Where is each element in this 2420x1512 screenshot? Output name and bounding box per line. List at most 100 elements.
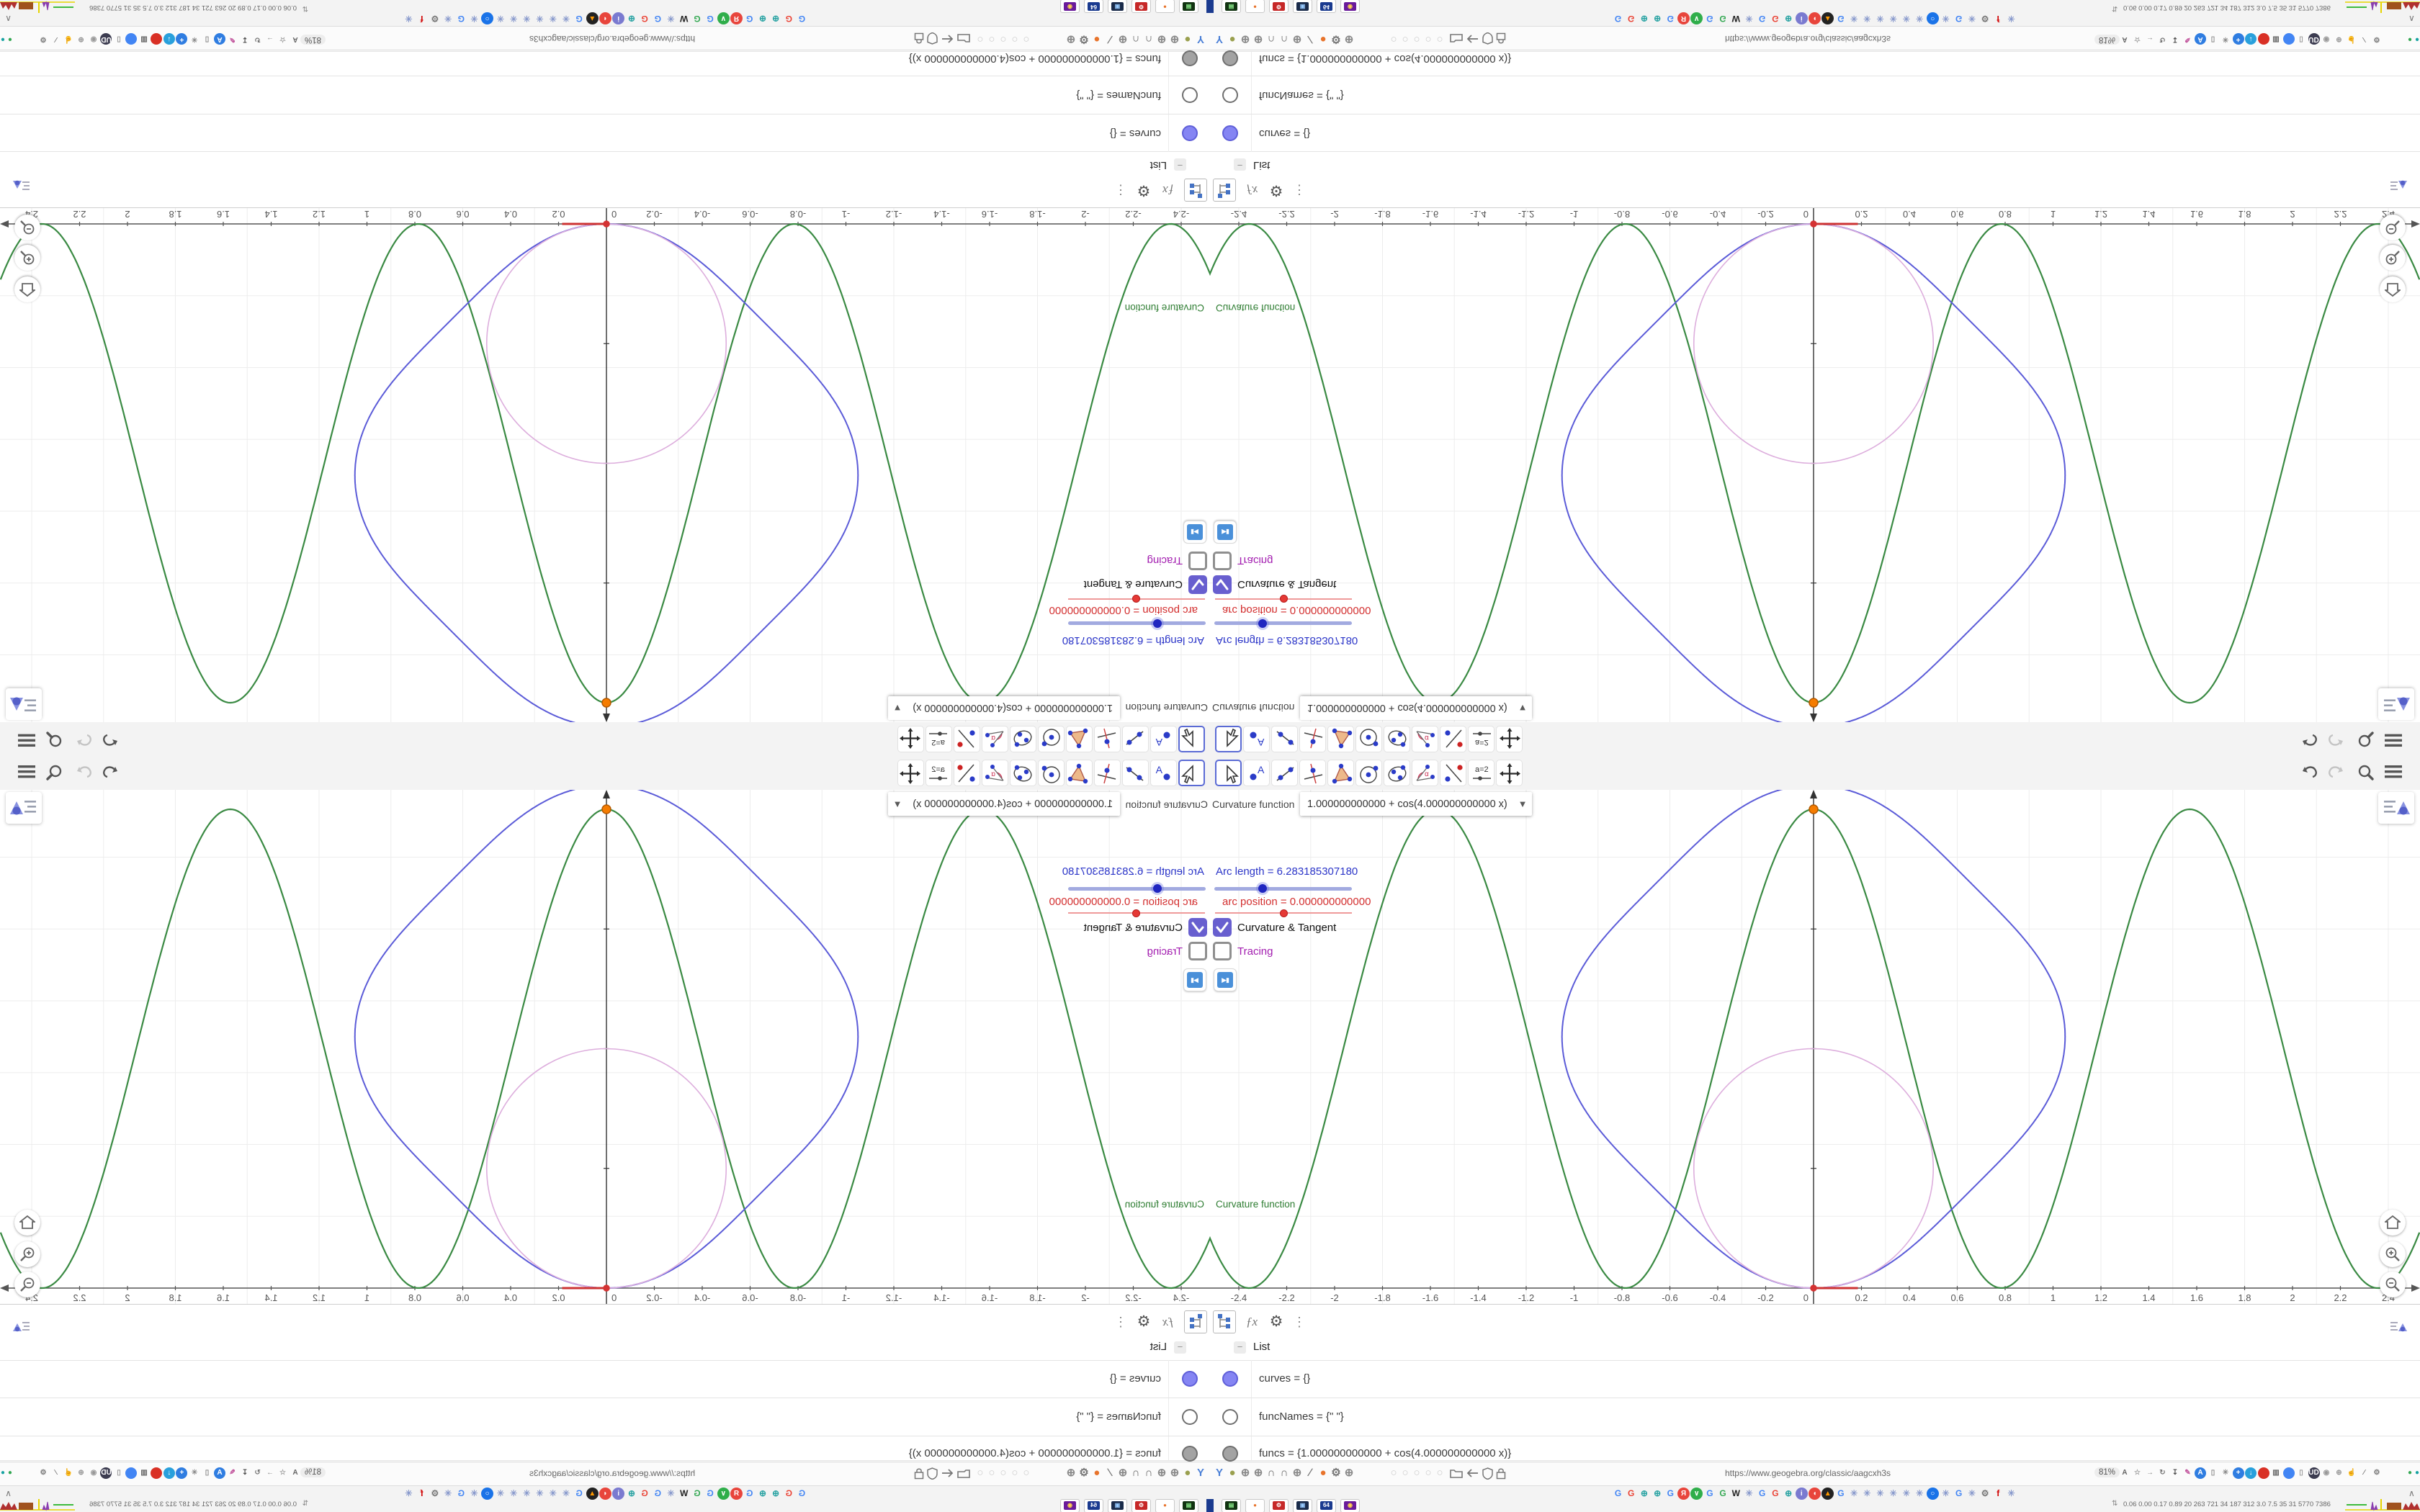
play-pause-button[interactable]: ▶▮ bbox=[1214, 521, 1237, 544]
tab-google[interactable]: G bbox=[1953, 12, 1965, 24]
address-bar-url[interactable]: https://www.geogebra.org/classic/aagcxh3… bbox=[418, 1468, 807, 1478]
algebra-row-curves[interactable]: curves = {} bbox=[1210, 1360, 2420, 1398]
translate-icon[interactable]: A bbox=[290, 1467, 301, 1479]
capsule-icon[interactable]: ▯ bbox=[2208, 1467, 2219, 1479]
tab-flower[interactable]: ✳ bbox=[1966, 12, 1978, 24]
wrench-icon[interactable]: ∕ bbox=[50, 1467, 62, 1479]
disabled-extension-icon[interactable]: ○ bbox=[974, 1465, 987, 1481]
tab-google[interactable]: G bbox=[1612, 1488, 1624, 1500]
settings-gear-icon[interactable]: ⚙ bbox=[2371, 1467, 2383, 1479]
list-group-row[interactable]: − List bbox=[1210, 1338, 2420, 1361]
tab-globe[interactable]: ⊕ bbox=[756, 12, 768, 24]
proxy-globe-icon[interactable]: ⊕ bbox=[2334, 1467, 2345, 1479]
pinned-tab-book[interactable]: ▤ bbox=[1179, 1499, 1198, 1512]
tab-globe[interactable]: ⊕ bbox=[625, 12, 637, 24]
translate-badge-icon[interactable]: A bbox=[2195, 33, 2206, 45]
redo-button[interactable] bbox=[2325, 762, 2347, 783]
battery-icon[interactable]: ▯ bbox=[2295, 33, 2307, 45]
pinned-tab-gear-red[interactable]: ⚙ bbox=[1131, 1499, 1151, 1512]
dropdown-caret-icon[interactable]: ▼ bbox=[888, 798, 907, 809]
status-dot[interactable]: ● bbox=[2411, 33, 2420, 45]
battery-icon[interactable]: ▯ bbox=[2295, 1467, 2307, 1479]
tab-flower[interactable]: ✳ bbox=[1940, 12, 1952, 24]
redo-button[interactable] bbox=[2325, 729, 2347, 750]
globe-icon[interactable]: ⊕ bbox=[1343, 1465, 1355, 1481]
pinned-tab-monitor[interactable]: ▣ bbox=[1108, 1499, 1127, 1512]
tab-flower[interactable]: ✳ bbox=[1848, 1488, 1860, 1500]
trash-icon[interactable]: ▥ bbox=[138, 1467, 150, 1479]
wrench-icon[interactable]: ∕ bbox=[1103, 31, 1116, 47]
curvature-tangent-checkbox[interactable] bbox=[1213, 575, 1232, 594]
add-circle-icon[interactable]: + bbox=[176, 1467, 188, 1479]
asterisk-gear-icon[interactable]: ✳ bbox=[189, 1467, 200, 1479]
globe-icon[interactable]: ⊕ bbox=[1252, 31, 1265, 47]
thumbs-up-icon[interactable]: ☝ bbox=[2346, 1467, 2357, 1479]
tab-gear[interactable]: ⚙ bbox=[1979, 1488, 1991, 1500]
visibility-toggle[interactable] bbox=[1182, 125, 1198, 141]
tool-angle-button[interactable]: α bbox=[1412, 760, 1438, 786]
list-group-row[interactable]: − List bbox=[1210, 151, 2420, 174]
visibility-toggle[interactable] bbox=[1222, 87, 1238, 103]
tab-flower[interactable]: ✳ bbox=[442, 1488, 454, 1500]
sort-objects-button[interactable] bbox=[1184, 1310, 1207, 1333]
visibility-toggle[interactable] bbox=[1222, 1445, 1238, 1462]
forward-icon[interactable]: → bbox=[264, 33, 276, 45]
tab-flower[interactable]: ✳ bbox=[1966, 1488, 1978, 1500]
headset-icon[interactable]: ∩ bbox=[1142, 31, 1155, 47]
folder-icon[interactable] bbox=[1450, 33, 1463, 45]
settings-gear-icon[interactable]: ⚙ bbox=[37, 1467, 49, 1479]
graphics-view[interactable]: -2.4 -2.2 -2 -1.8 -1.6 -1.4 -1.2 -1 -0.8 -0.6 -0.4… bbox=[0, 208, 1210, 722]
tab-wikipedia[interactable]: W bbox=[678, 12, 690, 24]
tool-reflect-button[interactable] bbox=[954, 760, 980, 786]
download-circle-icon[interactable]: ↓ bbox=[2245, 33, 2257, 45]
sort-objects-button[interactable] bbox=[1213, 1310, 1236, 1333]
algebra-settings-button[interactable]: ⚙ bbox=[1265, 179, 1288, 202]
tab-globe[interactable]: ⊕ bbox=[625, 1488, 637, 1500]
pinned-tab-mask[interactable]: ◉ bbox=[1340, 0, 1360, 13]
tab-google[interactable]: G bbox=[704, 12, 717, 24]
tab-flower[interactable]: ✳ bbox=[1743, 1488, 1755, 1500]
pinned-tab-floppy[interactable]: 64 bbox=[1084, 1499, 1103, 1512]
tab-google[interactable]: G bbox=[573, 1488, 586, 1500]
show-expressions-button[interactable]: ƒx bbox=[1240, 1310, 1263, 1333]
tab-yandex[interactable]: Я bbox=[1677, 1488, 1690, 1500]
tab-google[interactable]: G bbox=[1953, 1488, 1965, 1500]
redo-button[interactable] bbox=[73, 729, 95, 750]
wrench-icon[interactable]: ∕ bbox=[2359, 1467, 2370, 1479]
wrench-icon[interactable]: ∕ bbox=[1103, 1465, 1116, 1481]
tab-flower[interactable]: ✳ bbox=[1743, 12, 1755, 24]
collapse-toggle[interactable]: − bbox=[1234, 1341, 1246, 1354]
tool-move-button[interactable] bbox=[1178, 726, 1205, 752]
tool-circle-button[interactable] bbox=[1355, 726, 1382, 752]
tool-point-button[interactable]: A bbox=[1243, 760, 1270, 786]
graphics-view[interactable]: -2.4 -2.2 -2 -1.8 -1.6 -1.4 -1.2 -1 -0.8 -0.6 -0.4… bbox=[1210, 790, 2420, 1304]
tab-duck[interactable]: ∨ bbox=[1690, 1488, 1703, 1500]
zoom-out-button[interactable] bbox=[2380, 1272, 2406, 1297]
record-icon[interactable] bbox=[151, 33, 163, 45]
undo-button[interactable] bbox=[99, 762, 121, 783]
tab-flower[interactable]: ✳ bbox=[560, 12, 572, 24]
tab-google[interactable]: G bbox=[1717, 1488, 1729, 1500]
shield-icon[interactable] bbox=[927, 32, 938, 45]
tab-google[interactable]: G bbox=[743, 12, 756, 24]
download-icon[interactable]: ↧ bbox=[239, 33, 251, 45]
add-circle-icon[interactable]: + bbox=[176, 33, 188, 45]
show-expressions-button[interactable]: ƒx bbox=[1240, 179, 1263, 202]
tab-google[interactable]: G bbox=[1834, 1488, 1847, 1500]
tab-google[interactable]: G bbox=[1664, 1488, 1677, 1500]
visibility-toggle[interactable] bbox=[1182, 87, 1198, 103]
zoom-out-button[interactable] bbox=[14, 1272, 40, 1297]
shield-icon[interactable]: ◉ bbox=[2321, 33, 2332, 45]
reload-icon[interactable]: ↻ bbox=[2157, 1467, 2169, 1479]
tab-globe[interactable]: ⊕ bbox=[756, 1488, 768, 1500]
tab-google[interactable]: G bbox=[691, 12, 703, 24]
tool-ellipse-button[interactable] bbox=[1010, 760, 1036, 786]
pinned-tab-book[interactable]: ▤ bbox=[1222, 1499, 1241, 1512]
shield-icon[interactable]: ◉ bbox=[88, 33, 99, 45]
proxy-globe-icon[interactable]: ⊕ bbox=[2334, 33, 2345, 45]
tab-flower[interactable]: ✳ bbox=[1914, 12, 1926, 24]
tab-flower[interactable]: ✳ bbox=[665, 1488, 677, 1500]
globe-icon[interactable]: ⊕ bbox=[1168, 1465, 1181, 1481]
tab-flower[interactable]: ✳ bbox=[494, 12, 506, 24]
visibility-toggle[interactable] bbox=[1182, 1409, 1198, 1425]
